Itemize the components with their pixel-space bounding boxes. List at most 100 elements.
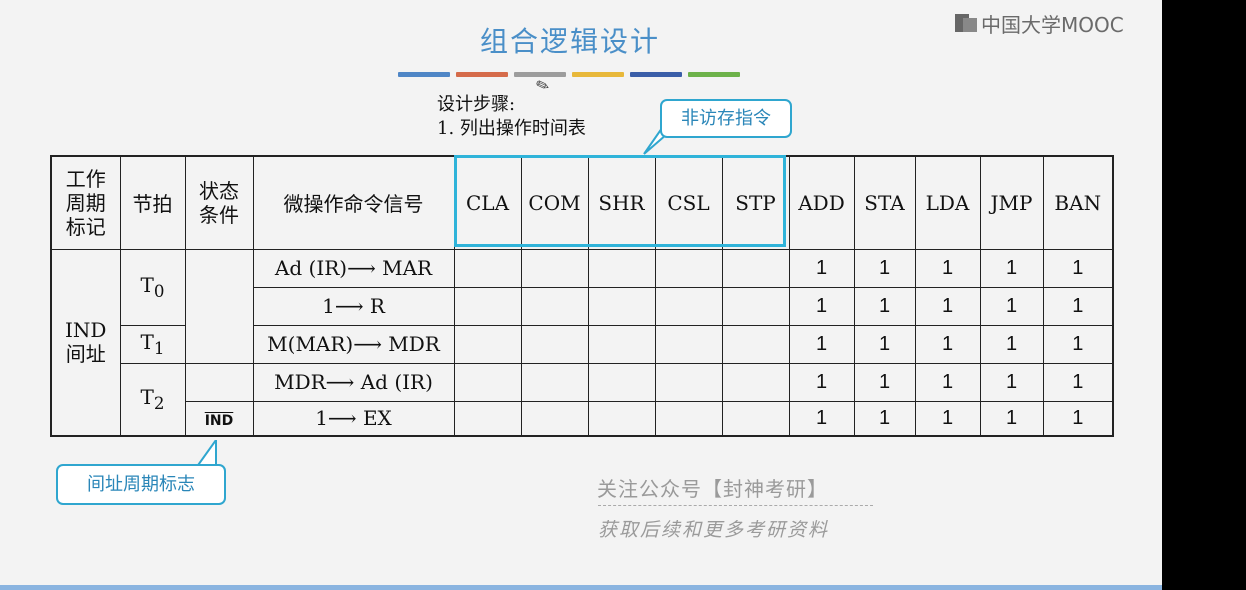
ind-bar-text: IND — [204, 413, 234, 430]
beat-text: T — [140, 385, 154, 410]
header-condition: 状态 条件 — [184, 155, 254, 250]
value-cell: 1 — [853, 400, 916, 437]
value-cell: 1 — [979, 400, 1044, 437]
cycle-label-text: IND — [65, 318, 107, 343]
header-text: 条件 — [199, 202, 239, 227]
value-cell: 1 — [853, 248, 916, 288]
accent-bar — [456, 72, 508, 77]
value-cell: 1 — [788, 400, 855, 437]
table-row: T2 MDR⟶ Ad (IR) 11111 — [51, 362, 1114, 437]
header-instruction: LDA — [914, 155, 981, 250]
beat-subscript: 0 — [153, 282, 165, 301]
value-cell: 1 — [1042, 362, 1114, 402]
value-cell — [520, 248, 589, 288]
header-instruction: JMP — [979, 155, 1044, 250]
value-cell: 1 — [979, 324, 1044, 364]
value-cell — [721, 324, 790, 364]
header-cycle: 工作 周期 标记 — [50, 155, 121, 250]
beat-t1: T1 — [119, 324, 186, 364]
signal-cell: M(MAR)⟶ MDR — [252, 324, 455, 364]
value-cell — [453, 324, 522, 364]
value-cell — [520, 400, 589, 437]
beat-subscript: 1 — [153, 339, 165, 358]
header-instruction: STA — [853, 155, 916, 250]
value-cell: 1 — [788, 248, 855, 288]
value-cell — [520, 324, 589, 364]
value-cell: 1 — [788, 286, 855, 326]
bottom-progress-line — [0, 585, 1162, 590]
value-cell: 1 — [788, 324, 855, 364]
value-cell — [520, 286, 589, 326]
header-instruction: CSL — [654, 155, 723, 250]
header-beat: 节拍 — [119, 155, 186, 250]
right-black-bar — [1162, 0, 1246, 590]
value-cell: 1 — [979, 248, 1044, 288]
header-instruction: COM — [520, 155, 589, 250]
value-cell: 1 — [788, 362, 855, 402]
watermark-line1: 关注公众号【封神考研】 — [597, 477, 828, 501]
value-cell — [587, 362, 656, 402]
callout-indirect-flag: 间址周期标志 — [56, 464, 226, 505]
condition-ind-bar: IND — [184, 400, 254, 437]
value-cell — [453, 400, 522, 437]
mooc-logo: 中国大学MOOC — [955, 10, 1124, 37]
value-cell: 1 — [914, 324, 981, 364]
value-cell: 1 — [853, 362, 916, 402]
value-cell — [453, 362, 522, 402]
steps-heading: 设计步骤: — [437, 94, 516, 115]
value-cell: 1 — [914, 248, 981, 288]
value-cell — [654, 400, 723, 437]
value-cell — [721, 400, 790, 437]
watermark-divider — [598, 505, 873, 506]
value-cell — [654, 286, 723, 326]
signal-cell: Ad (IR)⟶ MAR — [252, 248, 455, 288]
value-cell — [453, 286, 522, 326]
value-cell: 1 — [979, 286, 1044, 326]
value-cell — [587, 286, 656, 326]
accent-bar — [630, 72, 682, 77]
value-cell — [721, 362, 790, 402]
header-instruction: SHR — [587, 155, 656, 250]
cycle-label-text: 间址 — [65, 342, 106, 367]
value-cell: 1 — [914, 362, 981, 402]
condition-cell — [184, 362, 254, 402]
value-cell: 1 — [1042, 324, 1114, 364]
value-cell — [721, 248, 790, 288]
accent-bar — [398, 72, 450, 77]
value-cell — [587, 248, 656, 288]
value-cell: 1 — [914, 400, 981, 437]
cycle-label-ind: IND 间址 — [50, 248, 121, 437]
value-cell — [587, 400, 656, 437]
value-cell — [520, 362, 589, 402]
callout-non-memory-instructions: 非访存指令 — [660, 99, 792, 138]
value-cell: 1 — [914, 286, 981, 326]
step-1: 1. 列出操作时间表 — [437, 118, 586, 139]
value-cell — [721, 286, 790, 326]
value-cell: 1 — [1042, 286, 1114, 326]
beat-t2: T2 — [119, 362, 186, 437]
header-signal: 微操作命令信号 — [252, 155, 455, 250]
header-text: 周期 — [65, 190, 106, 215]
beat-text: T — [140, 330, 154, 354]
value-cell: 1 — [1042, 400, 1114, 437]
header-text: 标记 — [65, 214, 106, 239]
slide: 组合逻辑设计 中国大学MOOC ✎ 设计步骤: 1. 列出操作时间表 非访存指令… — [0, 0, 1162, 590]
value-cell — [654, 324, 723, 364]
header-row: 工作 周期 标记 节拍 状态 条件 微操作命令信号 CLA COM SHR CS… — [50, 155, 1114, 250]
accent-bars — [398, 72, 740, 77]
accent-bar — [688, 72, 740, 77]
accent-bar — [572, 72, 624, 77]
signal-cell: 1⟶ EX — [252, 400, 455, 437]
table-row: IND 1⟶ EX 11111 — [51, 400, 1114, 437]
header-instruction: BAN — [1042, 155, 1114, 250]
table-row: IND 间址 T0 Ad (IR)⟶ MAR 11111 — [50, 248, 1114, 437]
value-cell: 1 — [1042, 248, 1114, 288]
signal-cell: 1⟶ R — [252, 286, 455, 326]
header-instruction: CLA — [453, 155, 522, 250]
value-cell: 1 — [853, 286, 916, 326]
beat-text: T — [140, 273, 154, 297]
signal-cell: MDR⟶ Ad (IR) — [252, 362, 455, 402]
mooc-logo-icon — [955, 14, 977, 32]
value-cell — [654, 362, 723, 402]
beat-subscript: 2 — [153, 394, 165, 414]
